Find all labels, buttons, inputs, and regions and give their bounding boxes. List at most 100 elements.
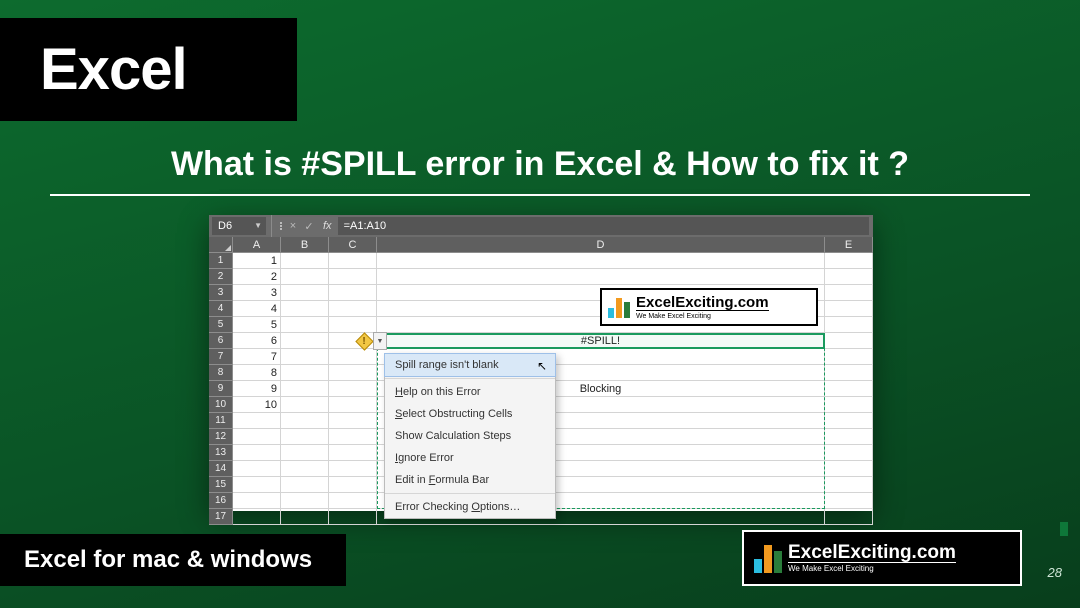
cell-a5[interactable]: 5	[233, 317, 281, 333]
cell-c1[interactable]	[329, 253, 377, 269]
cell[interactable]	[281, 333, 329, 349]
cell[interactable]	[825, 413, 873, 429]
menu-item-select-obstructing[interactable]: Select Obstructing Cells	[385, 403, 555, 425]
row-header[interactable]: 13	[209, 445, 233, 461]
row-header[interactable]: 15	[209, 477, 233, 493]
col-header-d[interactable]: D	[377, 237, 825, 253]
cell[interactable]	[281, 477, 329, 493]
cell[interactable]	[825, 397, 873, 413]
cell[interactable]	[329, 493, 377, 509]
cell-e1[interactable]	[825, 253, 873, 269]
cell[interactable]	[329, 397, 377, 413]
col-header-a[interactable]: A	[233, 237, 281, 253]
cell-a6[interactable]: 6	[233, 333, 281, 349]
cell-a10[interactable]: 10	[233, 397, 281, 413]
row-header[interactable]: 16	[209, 493, 233, 509]
cell[interactable]	[281, 509, 329, 525]
cell[interactable]	[329, 301, 377, 317]
cell[interactable]	[233, 445, 281, 461]
menu-item-spill-range-not-blank[interactable]: Spill range isn't blank	[384, 353, 556, 377]
cell[interactable]	[281, 461, 329, 477]
col-header-b[interactable]: B	[281, 237, 329, 253]
row-header[interactable]: 17	[209, 509, 233, 525]
row-header[interactable]: 5	[209, 317, 233, 333]
cell[interactable]	[281, 301, 329, 317]
cell[interactable]	[825, 349, 873, 365]
cell[interactable]	[233, 461, 281, 477]
row-header[interactable]: 7	[209, 349, 233, 365]
cell[interactable]	[281, 317, 329, 333]
menu-item-error-options[interactable]: Error Checking Options…	[385, 496, 555, 518]
menu-item-edit-formula-bar[interactable]: Edit in Formula Bar	[385, 469, 555, 491]
cell[interactable]	[329, 317, 377, 333]
row-header[interactable]: 4	[209, 301, 233, 317]
cell[interactable]	[825, 461, 873, 477]
cell[interactable]	[329, 381, 377, 397]
col-header-e[interactable]: E	[825, 237, 873, 253]
row-header[interactable]: 11	[209, 413, 233, 429]
cell[interactable]	[281, 349, 329, 365]
cell[interactable]	[281, 269, 329, 285]
cell[interactable]	[825, 317, 873, 333]
cell[interactable]	[825, 381, 873, 397]
name-box-caret-icon[interactable]: ▼	[254, 217, 262, 235]
cell[interactable]	[329, 477, 377, 493]
cell[interactable]	[329, 285, 377, 301]
cell[interactable]	[233, 429, 281, 445]
cell-a2[interactable]: 2	[233, 269, 281, 285]
cell[interactable]	[281, 381, 329, 397]
cell-a3[interactable]: 3	[233, 285, 281, 301]
fx-label[interactable]: fx	[323, 220, 332, 232]
cell[interactable]	[281, 285, 329, 301]
cell-a7[interactable]: 7	[233, 349, 281, 365]
cell[interactable]	[281, 365, 329, 381]
cell-a1[interactable]: 1	[233, 253, 281, 269]
row-header[interactable]: 12	[209, 429, 233, 445]
cell-a9[interactable]: 9	[233, 381, 281, 397]
cell[interactable]	[825, 301, 873, 317]
cell[interactable]	[825, 477, 873, 493]
name-box[interactable]: D6 ▼	[212, 217, 266, 235]
row-header[interactable]: 3	[209, 285, 233, 301]
col-header-c[interactable]: C	[329, 237, 377, 253]
enter-formula-button[interactable]: ✓	[301, 220, 317, 233]
cell[interactable]	[281, 429, 329, 445]
cell[interactable]	[233, 493, 281, 509]
cell[interactable]	[825, 269, 873, 285]
row-header[interactable]: 6	[209, 333, 233, 349]
cell[interactable]	[233, 477, 281, 493]
cell[interactable]	[233, 509, 281, 525]
cell[interactable]	[329, 365, 377, 381]
cell[interactable]	[377, 269, 825, 285]
cell-b1[interactable]	[281, 253, 329, 269]
cell-a8[interactable]: 8	[233, 365, 281, 381]
cell[interactable]	[825, 429, 873, 445]
menu-item-help[interactable]: Help on this Error	[385, 381, 555, 403]
cell[interactable]	[329, 349, 377, 365]
cell[interactable]	[281, 397, 329, 413]
drag-handle-icon[interactable]	[277, 222, 285, 230]
error-smart-tag-icon[interactable]: !	[355, 332, 373, 350]
row-header[interactable]: 14	[209, 461, 233, 477]
cell[interactable]	[329, 445, 377, 461]
row-header[interactable]: 9	[209, 381, 233, 397]
cell[interactable]	[825, 333, 873, 349]
cell[interactable]	[281, 493, 329, 509]
cell-d1[interactable]	[377, 253, 825, 269]
row-header[interactable]: 2	[209, 269, 233, 285]
formula-input[interactable]: =A1:A10	[338, 217, 869, 235]
select-all-button[interactable]	[209, 237, 233, 253]
cell[interactable]	[233, 413, 281, 429]
row-header[interactable]: 8	[209, 365, 233, 381]
menu-item-ignore-error[interactable]: Ignore Error	[385, 447, 555, 469]
row-header[interactable]: 1	[209, 253, 233, 269]
cell[interactable]	[825, 285, 873, 301]
error-dropdown-button[interactable]: ▼	[373, 332, 387, 350]
cell[interactable]	[329, 461, 377, 477]
cell[interactable]	[281, 445, 329, 461]
cell[interactable]	[329, 269, 377, 285]
cell[interactable]	[281, 413, 329, 429]
menu-item-show-calc-steps[interactable]: Show Calculation Steps	[385, 425, 555, 447]
cell[interactable]	[329, 429, 377, 445]
cell[interactable]	[825, 509, 873, 525]
